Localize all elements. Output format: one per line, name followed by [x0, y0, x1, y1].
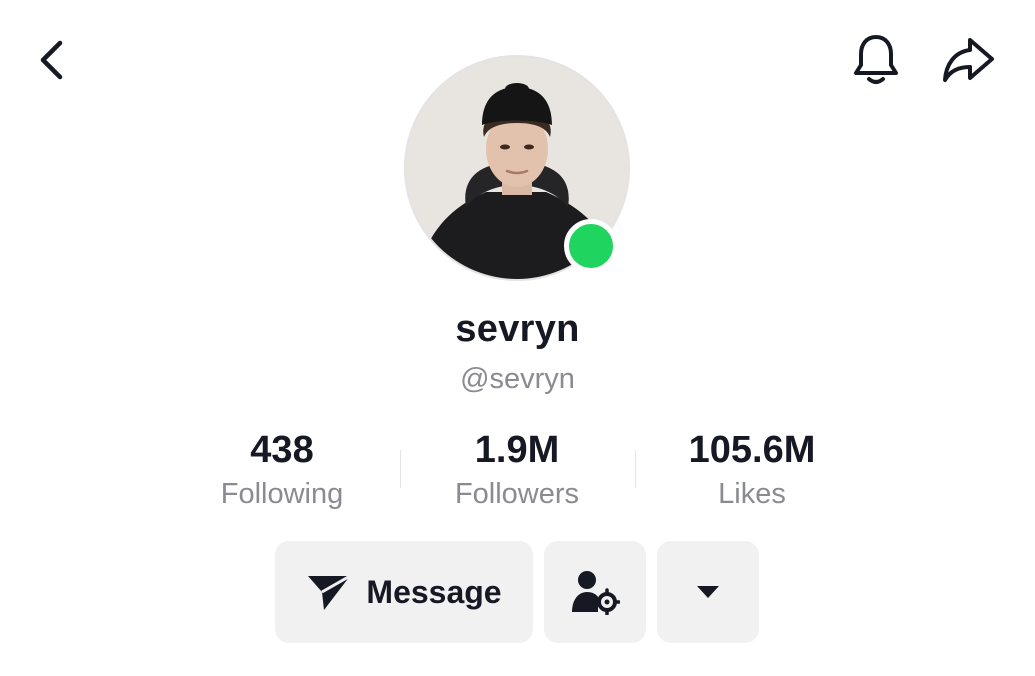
share-button[interactable] [936, 28, 1000, 92]
back-button[interactable] [22, 30, 82, 90]
online-status-dot [564, 219, 618, 273]
display-name: sevryn [455, 308, 580, 350]
stat-label: Followers [454, 478, 580, 510]
stat-followers[interactable]: 1.9M Followers [397, 428, 637, 514]
send-icon [308, 574, 352, 610]
notification-bell-button[interactable] [844, 28, 908, 92]
profile-avatar[interactable] [404, 55, 630, 281]
username-handle: @sevryn [460, 363, 575, 395]
message-button[interactable]: Message [275, 541, 533, 643]
caret-down-icon [697, 586, 719, 598]
friend-settings-button[interactable] [544, 541, 646, 643]
stat-value: 1.9M [474, 429, 560, 471]
more-options-button[interactable] [657, 541, 759, 643]
stat-following[interactable]: 438 Following [162, 428, 402, 514]
user-settings-icon [572, 571, 620, 615]
message-button-label: Message [366, 573, 502, 610]
chevron-left-icon [40, 40, 63, 80]
stat-likes[interactable]: 105.6M Likes [632, 428, 872, 514]
stat-label: Following [220, 478, 344, 510]
stat-label: Likes [718, 478, 786, 510]
stat-value: 438 [250, 429, 314, 471]
share-arrow-icon [943, 38, 994, 82]
bell-icon [854, 35, 898, 84]
stat-value: 105.6M [688, 429, 816, 471]
